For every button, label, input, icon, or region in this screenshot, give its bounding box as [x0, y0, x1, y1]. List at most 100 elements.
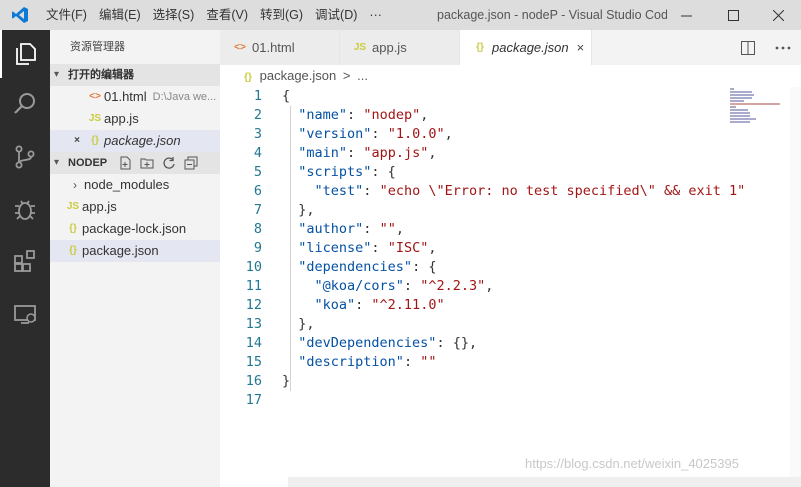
menu-item[interactable]: ···: [363, 0, 388, 30]
code-line: "devDependencies": {},: [282, 334, 745, 353]
line-number: 11: [245, 278, 262, 294]
tree-item-label: package.json: [82, 243, 159, 258]
json-key: "koa": [314, 297, 356, 313]
remote-explorer-icon[interactable]: [0, 290, 50, 338]
code-line: },: [282, 315, 745, 334]
line-number: 15: [245, 354, 262, 370]
breadcrumb-separator: >: [342, 68, 351, 83]
code-editor[interactable]: 1 2 3 4 5 6 7 8 9 10 11 12 13 14 15 16 17 { "name": "nod…: [220, 87, 746, 477]
json-punctuation: :: [403, 278, 421, 294]
more-actions-icon[interactable]: [775, 46, 791, 50]
open-editor-label: package.json: [104, 133, 181, 148]
json-punctuation: [282, 126, 298, 142]
project-label: NODEP: [68, 157, 108, 169]
tree-item-package-lock-json[interactable]: {} package-lock.json: [50, 218, 220, 240]
code-line: "name": "nodep",: [282, 106, 745, 125]
tab-package-json[interactable]: {} package.json ×: [460, 30, 592, 65]
menu-item[interactable]: 编辑(E): [93, 0, 147, 30]
vertical-scrollbar[interactable]: [790, 87, 801, 477]
refresh-icon[interactable]: [162, 156, 176, 170]
extensions-icon[interactable]: [0, 237, 50, 285]
json-punctuation: [282, 297, 315, 313]
json-string: "nodep": [363, 107, 421, 123]
line-number: 1: [253, 88, 262, 104]
vscode-logo-icon: [0, 0, 40, 30]
tab-close-icon[interactable]: ×: [577, 40, 585, 55]
json-punctuation: :: [403, 354, 421, 370]
json-punctuation: [282, 259, 298, 275]
html-file-icon: <>: [89, 91, 101, 102]
json-file-icon: {}: [69, 245, 77, 256]
collapse-all-icon[interactable]: [184, 156, 198, 170]
line-number: 14: [245, 335, 262, 351]
tab-app-js[interactable]: JS app.js: [340, 30, 460, 65]
json-key: "license": [298, 240, 372, 256]
open-editor-item-app-js[interactable]: JS app.js: [50, 108, 220, 130]
breadcrumb-rest[interactable]: ...: [357, 68, 368, 83]
json-punctuation: :: [347, 107, 364, 123]
line-number: 10: [245, 259, 262, 275]
menu-item[interactable]: 选择(S): [147, 0, 201, 30]
menu-item[interactable]: 转到(G): [254, 0, 309, 30]
open-editor-label: app.js: [104, 111, 139, 126]
code-line: "dependencies": {: [282, 258, 745, 277]
open-editors-header[interactable]: ▾ 打开的编辑器: [50, 64, 220, 86]
json-punctuation: :: [371, 126, 388, 142]
title-bar: 文件(F) 编辑(E) 选择(S) 查看(V) 转到(G) 调试(D) ··· packag…: [0, 0, 801, 30]
new-folder-icon[interactable]: [140, 156, 154, 170]
line-number: 7: [253, 202, 262, 218]
maximize-icon[interactable]: [710, 0, 756, 30]
menu-item[interactable]: 查看(V): [200, 0, 254, 30]
open-editor-item-01-html[interactable]: <> 01.html D:\Java we...: [50, 86, 220, 108]
tree-item-package-json[interactable]: {} package.json: [50, 240, 220, 262]
line-number: 16: [245, 373, 262, 389]
minimap[interactable]: [730, 87, 790, 137]
json-punctuation: ,: [485, 278, 494, 294]
search-icon[interactable]: [0, 80, 50, 128]
debug-icon[interactable]: [0, 185, 50, 233]
tree-item-app-js[interactable]: JS app.js: [50, 196, 220, 218]
code-line: "version": "1.0.0",: [282, 125, 745, 144]
window-title: package.json - nodeP - Visual Studio Cod…: [437, 8, 667, 22]
json-punctuation: [282, 354, 298, 370]
json-punctuation: [282, 278, 315, 294]
code-line: "test": "echo \"Error: no test specified…: [282, 182, 746, 201]
split-editor-icon[interactable]: [741, 40, 755, 55]
tree-item-label: node_modules: [84, 177, 170, 192]
open-editor-label: 01.html: [104, 89, 147, 104]
json-punctuation: {: [282, 88, 291, 104]
html-file-icon: <>: [234, 42, 246, 53]
json-key: "scripts": [298, 164, 372, 180]
close-editor-icon[interactable]: ×: [68, 130, 86, 152]
watermark-text: https://blog.csdn.net/weixin_4025395: [525, 456, 739, 471]
editor-tabs: <> 01.html JS app.js {} package.json ×: [220, 30, 801, 65]
tab-label: 01.html: [252, 40, 295, 55]
explorer-sidebar: 资源管理器 ▾ 打开的编辑器 <> 01.html D:\Java we... …: [50, 30, 220, 487]
horizontal-scrollbar[interactable]: [288, 477, 801, 487]
json-punctuation: [282, 335, 298, 351]
code-content[interactable]: { "name": "nodep", "version": "1.0.0", "…: [282, 87, 745, 410]
json-punctuation: ,: [444, 126, 453, 142]
open-editor-item-package-json[interactable]: × {} package.json: [50, 130, 220, 152]
code-line: "koa": "^2.11.0": [282, 296, 745, 315]
breadcrumb-file[interactable]: package.json: [260, 68, 337, 83]
minimize-icon[interactable]: [663, 0, 709, 30]
tree-item-node-modules[interactable]: › node_modules: [50, 174, 220, 196]
json-string: "ISC": [387, 240, 429, 256]
menu-bar: 文件(F) 编辑(E) 选择(S) 查看(V) 转到(G) 调试(D) ···: [40, 0, 388, 30]
new-file-icon[interactable]: [118, 156, 132, 170]
source-control-icon[interactable]: [0, 133, 50, 181]
menu-item[interactable]: 调试(D): [309, 0, 363, 30]
json-punctuation: : {: [412, 259, 437, 275]
menu-item[interactable]: 文件(F): [40, 0, 93, 30]
json-punctuation: ,: [395, 221, 404, 237]
tab-01-html[interactable]: <> 01.html: [220, 30, 340, 65]
json-punctuation: [282, 107, 298, 123]
chevron-down-icon: ▾: [54, 157, 60, 168]
js-file-icon: JS: [88, 113, 102, 124]
explorer-icon[interactable]: [0, 30, 50, 78]
explorer-title: 资源管理器: [70, 41, 125, 53]
project-header[interactable]: ▾ NODEP: [50, 152, 220, 174]
json-key: "description": [298, 354, 404, 370]
close-icon[interactable]: [755, 0, 801, 30]
